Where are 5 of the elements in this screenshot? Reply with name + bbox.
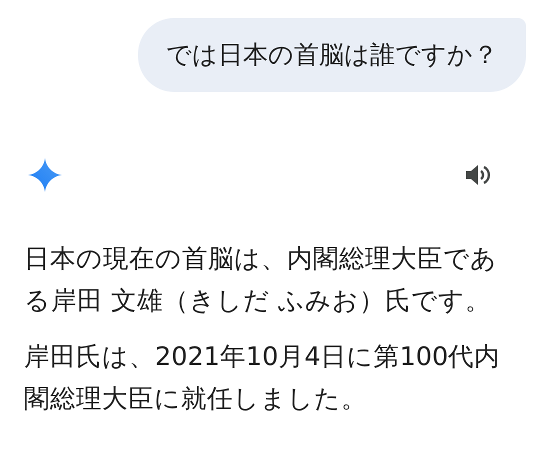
user-message: では日本の首脳は誰ですか？ xyxy=(138,18,526,92)
response-paragraph: 岸田氏は、2021年10月4日に第100代内閣総理大臣に就任しました。 xyxy=(24,341,502,416)
response-paragraph: 日本の現在の首脳は、内閣総理大臣である岸田 文雄（きしだ ふみお）氏です。 xyxy=(24,243,498,318)
speaker-icon[interactable] xyxy=(466,164,492,186)
sparkle-icon xyxy=(28,158,62,192)
